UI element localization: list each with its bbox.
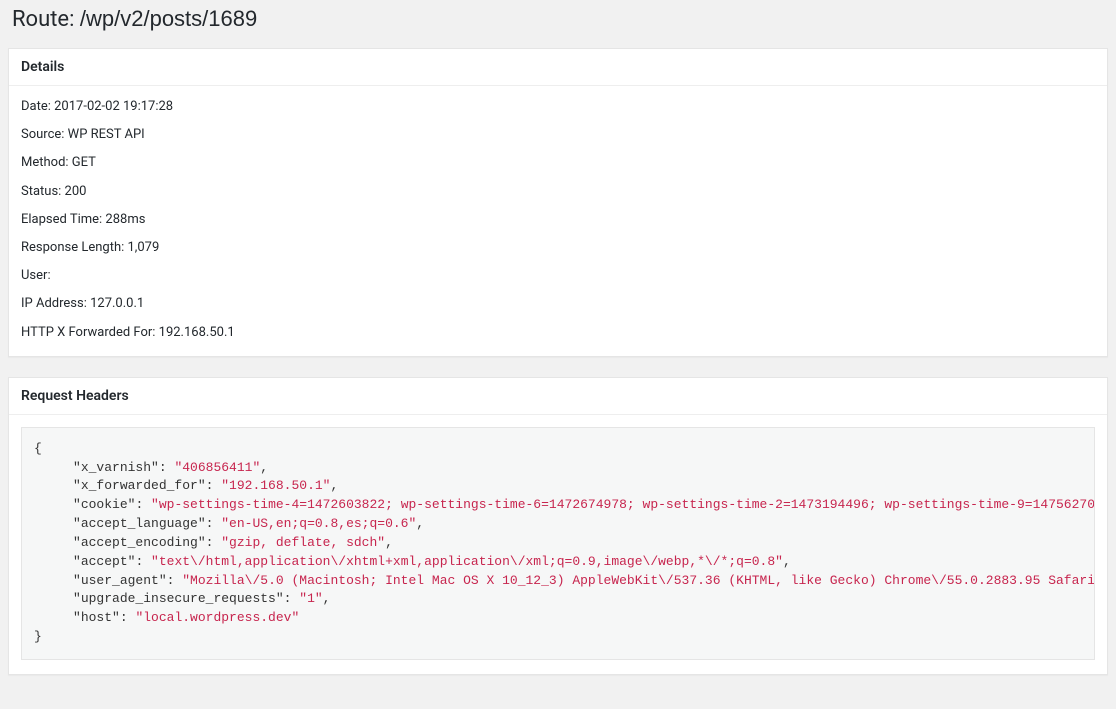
route-label-prefix: Route: bbox=[12, 7, 80, 32]
details-row: Source: WP REST API bbox=[21, 126, 1095, 144]
details-row: IP Address: 127.0.0.1 bbox=[21, 295, 1095, 313]
details-row-value: 1,079 bbox=[128, 240, 160, 255]
details-row-label: Status bbox=[21, 184, 58, 199]
json-value: "text\/html,application\/xhtml+xml,appli… bbox=[151, 554, 783, 569]
details-row: Date: 2017-02-02 19:17:28 bbox=[21, 98, 1095, 116]
details-heading: Details bbox=[9, 49, 1107, 86]
details-row-value: 127.0.0.1 bbox=[90, 296, 144, 311]
details-row: Elapsed Time: 288ms bbox=[21, 211, 1095, 229]
details-row-label: IP Address bbox=[21, 296, 84, 311]
details-row-value: 2017-02-02 19:17:28 bbox=[54, 99, 173, 114]
request-headers-body: { "x_varnish": "406856411", "x_forwarded… bbox=[9, 415, 1107, 674]
details-row: User: bbox=[21, 267, 1095, 285]
json-value: "Mozilla\/5.0 (Macintosh; Intel Mac OS X… bbox=[182, 573, 1095, 588]
details-row-value: 200 bbox=[65, 184, 87, 199]
details-panel: Details Date: 2017-02-02 19:17:28 Source:… bbox=[8, 48, 1108, 357]
json-key: "accept_encoding" bbox=[73, 535, 206, 550]
request-headers-panel: Request Headers { "x_varnish": "40685641… bbox=[8, 377, 1108, 675]
details-row: HTTP X Forwarded For: 192.168.50.1 bbox=[21, 324, 1095, 342]
json-value: "en-US,en;q=0.8,es;q=0.6" bbox=[221, 516, 416, 531]
details-row: Status: 200 bbox=[21, 183, 1095, 201]
route-path: /wp/v2/posts/1689 bbox=[80, 6, 257, 31]
details-row: Response Length: 1,079 bbox=[21, 239, 1095, 257]
json-value: "wp-settings-time-4=1472603822; wp-setti… bbox=[151, 497, 1095, 512]
json-value: "406856411" bbox=[174, 460, 260, 475]
json-key: "x_forwarded_for" bbox=[73, 478, 206, 493]
details-body: Date: 2017-02-02 19:17:28 Source: WP REST… bbox=[9, 86, 1107, 356]
details-row-label: Source bbox=[21, 127, 61, 142]
details-row-value: 288ms bbox=[105, 212, 145, 227]
details-row-label: Elapsed Time bbox=[21, 212, 99, 227]
details-row-value: GET bbox=[72, 155, 96, 170]
details-row-label: User bbox=[21, 268, 47, 283]
request-headers-json[interactable]: { "x_varnish": "406856411", "x_forwarded… bbox=[21, 427, 1095, 660]
details-row: Method: GET bbox=[21, 154, 1095, 172]
details-row-label: Date bbox=[21, 99, 48, 114]
page-title: Route: /wp/v2/posts/1689 bbox=[12, 0, 1108, 32]
details-row-label: HTTP X Forwarded For bbox=[21, 325, 152, 340]
json-key: "cookie" bbox=[73, 497, 135, 512]
details-row-value: 192.168.50.1 bbox=[159, 325, 235, 340]
json-value: "192.168.50.1" bbox=[221, 478, 330, 493]
details-row-label: Method bbox=[21, 155, 65, 170]
json-key: "user_agent" bbox=[73, 573, 167, 588]
json-key: "x_varnish" bbox=[73, 460, 159, 475]
json-key: "host" bbox=[73, 610, 120, 625]
json-key: "upgrade_insecure_requests" bbox=[73, 591, 284, 606]
json-value: "local.wordpress.dev" bbox=[135, 610, 299, 625]
details-row-label: Response Length bbox=[21, 240, 121, 255]
details-row-value: WP REST API bbox=[68, 127, 145, 142]
json-value: "1" bbox=[299, 591, 322, 606]
json-value: "gzip, deflate, sdch" bbox=[221, 535, 385, 550]
request-headers-heading: Request Headers bbox=[9, 378, 1107, 415]
json-key: "accept_language" bbox=[73, 516, 206, 531]
json-key: "accept" bbox=[73, 554, 135, 569]
